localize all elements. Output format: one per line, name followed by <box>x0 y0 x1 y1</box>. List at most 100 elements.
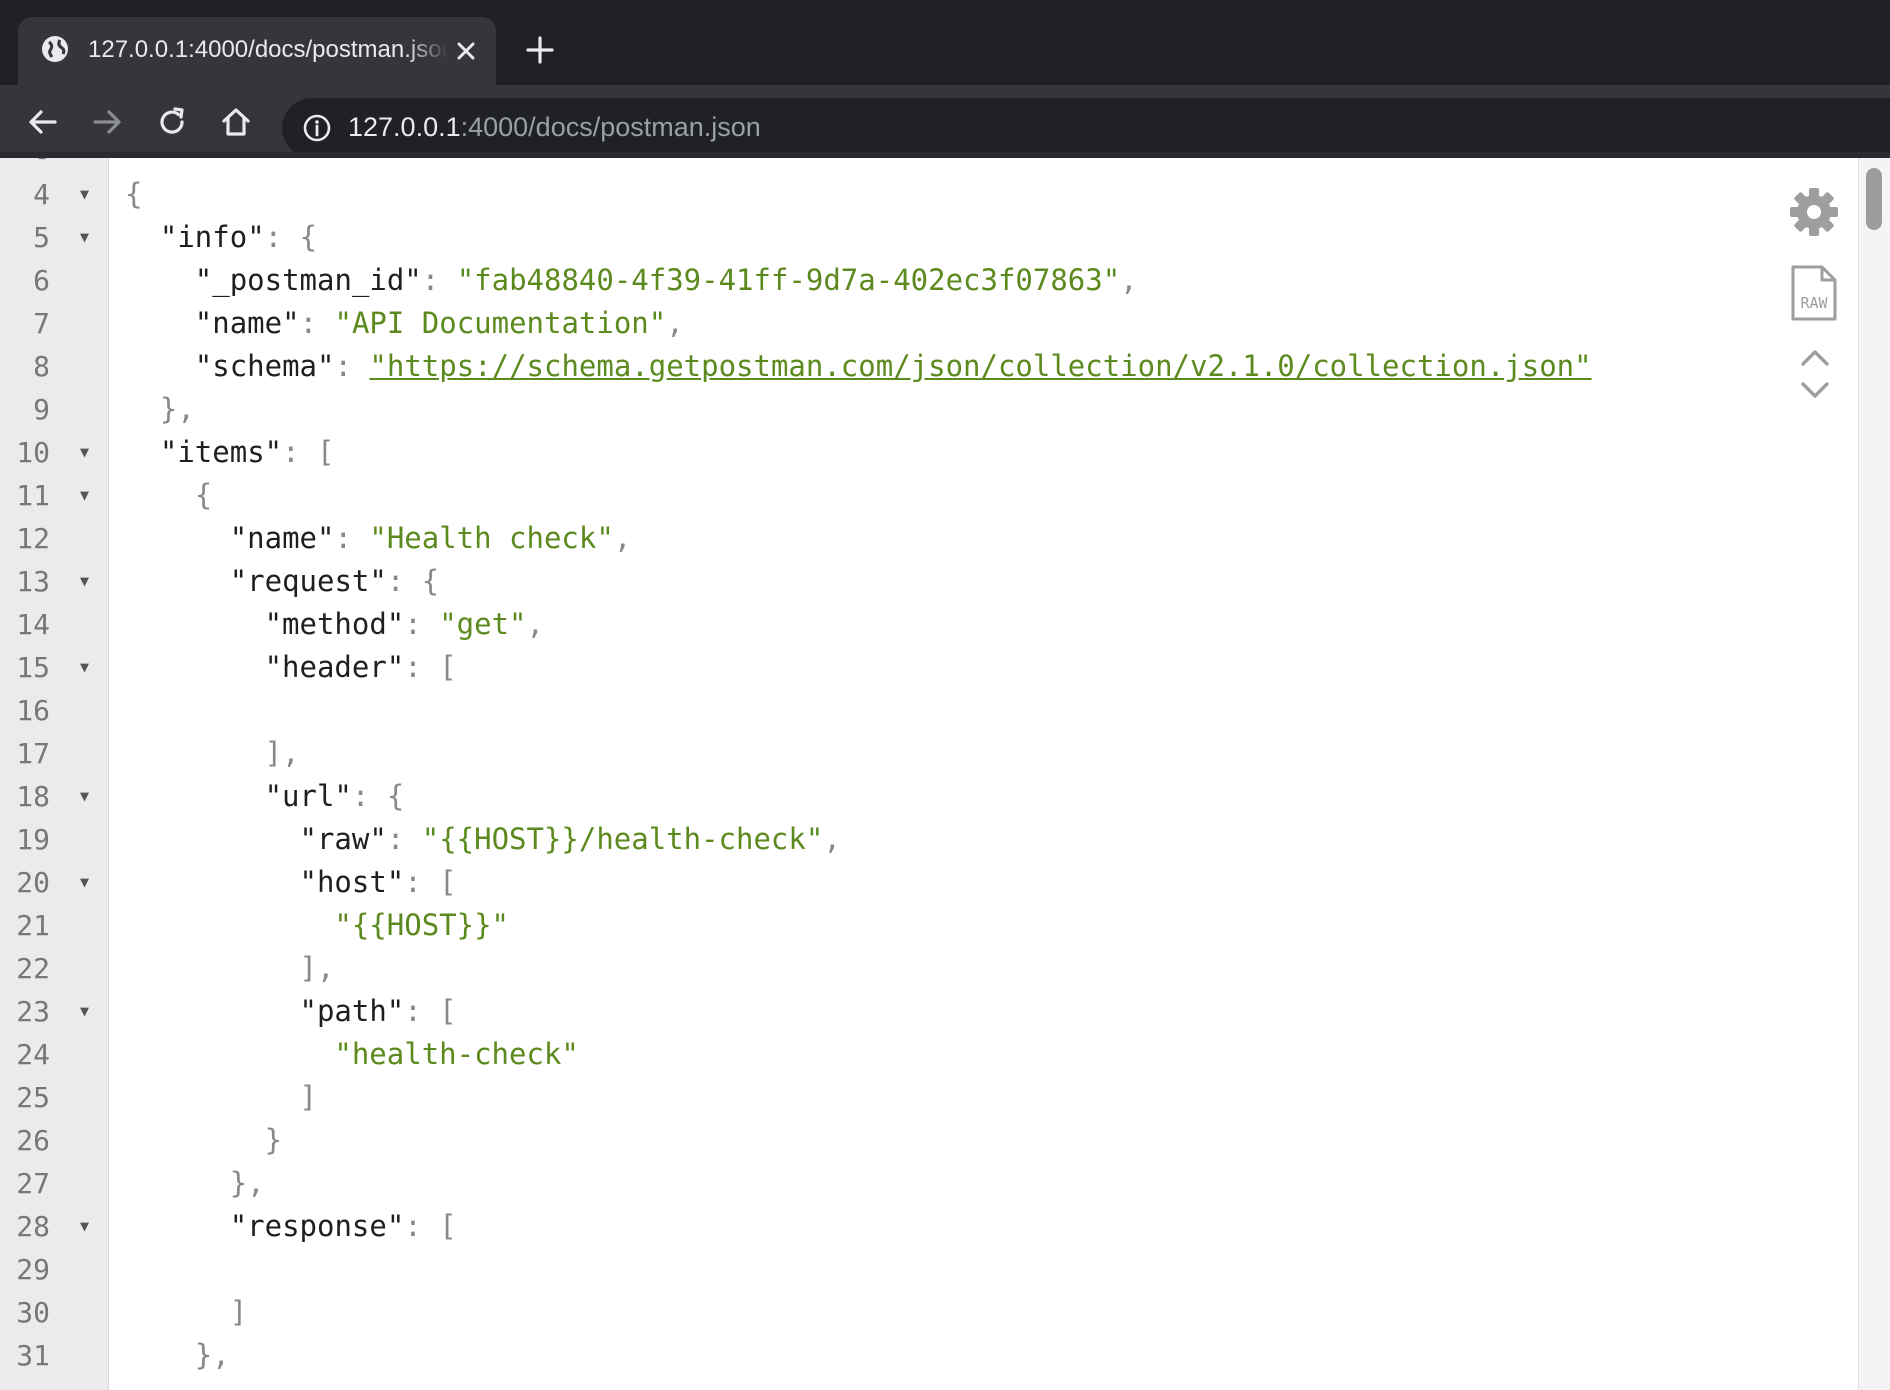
new-tab-plus-icon[interactable] <box>524 34 556 66</box>
json-key: "url" <box>264 779 352 813</box>
line-number: 17 <box>16 737 50 770</box>
fold-toggle-icon[interactable]: ▼ <box>80 861 94 904</box>
json-key: "host" <box>299 865 405 899</box>
fold-toggle-icon[interactable]: ▼ <box>80 775 94 818</box>
code-content: "raw": "{{HOST}}/health-check", <box>300 818 841 861</box>
code-content: "request": { <box>230 560 440 603</box>
code-line: 6 "_postman_id": "fab48840-4f39-41ff-9d7a… <box>0 259 1850 302</box>
code-line: 31}, <box>0 1334 1850 1377</box>
json-punctuation: } <box>264 1123 283 1157</box>
json-key: "response" <box>229 1209 405 1243</box>
code-line: 9}, <box>0 388 1850 431</box>
json-string-value: "API Documentation" <box>334 306 667 340</box>
line-number: 28 <box>16 1210 50 1243</box>
close-icon[interactable] <box>454 39 478 63</box>
code-content: } <box>265 1119 282 1162</box>
fold-toggle-icon[interactable]: ▼ <box>80 431 94 474</box>
code-content: ], <box>300 947 335 990</box>
json-punctuation: ] <box>229 1295 248 1329</box>
line-number: 26 <box>16 1124 50 1157</box>
json-punctuation: , <box>613 521 632 555</box>
code-content: "items": [ <box>160 431 335 474</box>
json-viewer[interactable]: 3 4▼{5▼"info": {6"_postman_id": "fab4884… <box>0 158 1890 1390</box>
code-content: }, <box>160 388 195 431</box>
forward-arrow-icon[interactable] <box>90 105 124 139</box>
json-punctuation: : <box>299 306 335 340</box>
json-punctuation: : [ <box>404 865 457 899</box>
json-punctuation: : <box>404 607 440 641</box>
code-line: 13 ▼ "request": { <box>0 560 1850 603</box>
code-content: "path": [ <box>300 990 457 1033</box>
json-punctuation: : <box>386 822 422 856</box>
fold-toggle-icon[interactable]: ▼ <box>80 474 94 517</box>
url-host: 127.0.0.1 <box>348 112 461 142</box>
line-number: 29 <box>16 1253 50 1286</box>
url-text[interactable]: 127.0.0.1:4000/docs/postman.json <box>348 112 761 143</box>
tab-title: 127.0.0.1:4000/docs/postman.json <box>88 36 448 63</box>
code-line: 25] <box>0 1076 1850 1119</box>
json-punctuation: ] <box>299 1080 317 1114</box>
json-punctuation: : [ <box>282 435 335 469</box>
raw-file-icon[interactable]: RAW <box>1790 264 1838 322</box>
code-content: "host": [ <box>300 861 457 904</box>
json-punctuation: : { <box>351 779 405 813</box>
code-content: { <box>125 173 142 216</box>
code-content: }, <box>195 1334 230 1377</box>
line-number: 25 <box>16 1081 50 1114</box>
vertical-scrollbar[interactable] <box>1858 158 1890 1390</box>
code-line: 17], <box>0 732 1850 775</box>
code-line: 8 "schema": "https://schema.getpostman.co… <box>0 345 1850 388</box>
address-bar[interactable]: 127.0.0.1:4000/docs/postman.json <box>282 98 1890 158</box>
home-icon[interactable] <box>219 105 253 139</box>
scrollbar-thumb[interactable] <box>1866 168 1882 230</box>
line-number: 3 <box>0 158 50 171</box>
browser-tab[interactable]: 127.0.0.1:4000/docs/postman.json <box>18 17 496 85</box>
globe-icon <box>42 36 68 62</box>
code-line: 26} <box>0 1119 1850 1162</box>
fold-toggle-icon[interactable]: ▼ <box>80 216 94 259</box>
json-link-value[interactable]: "https://schema.getpostman.com/json/coll… <box>369 349 1591 383</box>
fold-toggle-icon[interactable]: ▼ <box>80 560 94 603</box>
settings-gear-icon[interactable] <box>1788 186 1840 238</box>
info-icon[interactable] <box>302 113 332 143</box>
line-number: 30 <box>16 1296 50 1329</box>
line-number: 31 <box>16 1339 50 1372</box>
json-key: "info" <box>159 220 265 254</box>
json-punctuation: : [ <box>404 994 457 1028</box>
code-content: "health-check" <box>334 1033 578 1076</box>
json-punctuation: : <box>334 521 370 555</box>
code-content: { <box>195 474 212 517</box>
back-arrow-icon[interactable] <box>26 105 60 139</box>
code-content: ] <box>300 1076 317 1119</box>
code-line: 10 ▼ "items": [ <box>0 431 1850 474</box>
code-line: 20 ▼ "host": [ <box>0 861 1850 904</box>
expand-chevron-icon[interactable] <box>1800 378 1830 402</box>
code-line: 7 "name": "API Documentation", <box>0 302 1850 345</box>
json-punctuation: ], <box>264 736 300 770</box>
line-number: 11 <box>16 479 50 512</box>
json-punctuation: : [ <box>404 1209 457 1243</box>
json-key: "items" <box>159 435 283 469</box>
json-punctuation: : <box>334 349 370 383</box>
json-key: "header" <box>264 650 405 684</box>
code-content: ] <box>230 1291 247 1334</box>
fold-toggle-icon[interactable]: ▼ <box>80 1205 94 1248</box>
json-string-value: "{{HOST}}/health-check" <box>421 822 824 856</box>
fold-toggle-icon[interactable]: ▼ <box>80 173 94 216</box>
fold-toggle-icon[interactable]: ▼ <box>80 990 94 1033</box>
reload-icon[interactable] <box>155 105 189 139</box>
fold-toggle-icon[interactable]: ▼ <box>80 646 94 689</box>
code-line: 21 "{{HOST}}" <box>0 904 1850 947</box>
line-number: 19 <box>16 823 50 856</box>
collapse-chevron-icon[interactable] <box>1800 346 1830 370</box>
line-number: 27 <box>16 1167 50 1200</box>
code-line: 14 "method": "get", <box>0 603 1850 646</box>
json-punctuation: , <box>526 607 544 641</box>
json-key: "name" <box>194 306 300 340</box>
json-string-value: "health-check" <box>334 1037 579 1071</box>
code-line: 19 "raw": "{{HOST}}/health-check", <box>0 818 1850 861</box>
json-punctuation: }, <box>159 392 195 426</box>
code-content: "header": [ <box>265 646 457 689</box>
raw-label: RAW <box>1800 294 1828 312</box>
code-content: "name": "Health check", <box>230 517 632 560</box>
